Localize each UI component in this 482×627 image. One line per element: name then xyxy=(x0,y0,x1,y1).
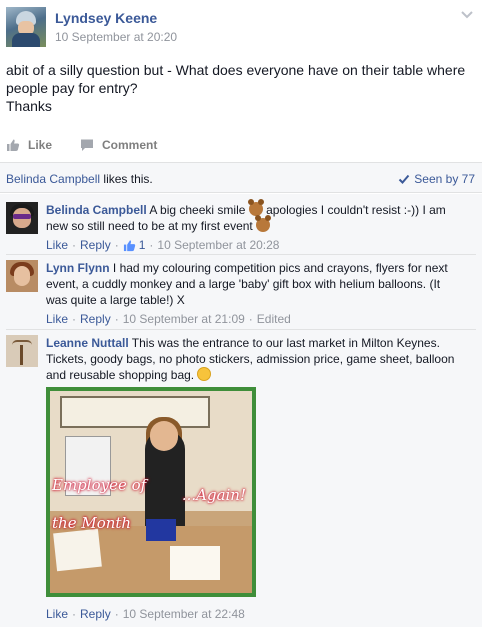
comment-photo[interactable]: Employee of the Month ...Again! xyxy=(46,387,256,597)
post-header: Lyndsey Keene 10 September at 20:20 xyxy=(0,0,482,54)
photo-caption-left: Employee of the Month xyxy=(52,476,147,532)
likes-summary: Belinda Campbell likes this. xyxy=(6,172,153,186)
thumbs-up-icon xyxy=(7,139,20,151)
post-actions: Like Comment xyxy=(6,136,185,154)
comment-divider xyxy=(6,329,476,330)
comment-timestamp[interactable]: 10 September at 21:09 xyxy=(123,311,245,327)
comment-body: Lynn Flynn I had my colouring competitio… xyxy=(46,260,476,327)
liker-link[interactable]: Belinda Campbell xyxy=(6,172,100,186)
comment-meta-wrap: Like · Reply · 10 September at 22:48 xyxy=(46,603,476,622)
edited-label[interactable]: Edited xyxy=(257,311,291,327)
smile-emoji-icon xyxy=(197,367,212,381)
commenter-name[interactable]: Belinda Campbell xyxy=(46,203,147,217)
photo-caption-right: ...Again! xyxy=(181,486,246,504)
bear-emoji-icon xyxy=(247,199,264,216)
comment-bubble-icon xyxy=(81,139,94,151)
post-timestamp[interactable]: 10 September at 20:20 xyxy=(55,30,177,44)
like-button[interactable]: Like xyxy=(6,138,52,152)
comment-meta: Like · Reply · 10 September at 21:09 · Edit… xyxy=(46,311,291,327)
comment-button[interactable]: Comment xyxy=(80,138,157,152)
checkmark-icon xyxy=(399,174,410,184)
commenter-avatar[interactable] xyxy=(6,260,38,292)
comment-reply-link[interactable]: Reply xyxy=(80,606,111,622)
likes-bar: Belinda Campbell likes this. Seen by 77 xyxy=(0,163,482,193)
comment-divider xyxy=(6,254,476,255)
comment-like-link[interactable]: Like xyxy=(46,237,68,253)
comment-like-link[interactable]: Like xyxy=(46,606,68,622)
commenter-avatar[interactable] xyxy=(6,202,38,234)
commenter-name[interactable]: Lynn Flynn xyxy=(46,261,110,275)
seen-by-link[interactable]: Seen by 77 xyxy=(398,172,475,186)
comment-timestamp[interactable]: 10 September at 22:48 xyxy=(123,606,245,622)
thumbs-up-icon xyxy=(123,239,135,251)
comment-reply-link[interactable]: Reply xyxy=(80,237,111,253)
comment-like-count[interactable]: 1 xyxy=(139,237,146,253)
comment-body: Leanne Nuttall This was the entrance to … xyxy=(46,336,455,382)
facebook-post-card: Lyndsey Keene 10 September at 20:20 abit… xyxy=(0,0,482,627)
comment-reply-link[interactable]: Reply xyxy=(80,311,111,327)
comment-meta: Like · Reply · 10 September at 22:48 xyxy=(46,606,245,622)
author-name[interactable]: Lyndsey Keene xyxy=(55,10,157,26)
comment-body: Belinda Campbell A big cheeki smile apol… xyxy=(46,199,476,253)
author-avatar[interactable] xyxy=(6,7,46,47)
bear-emoji-icon xyxy=(255,215,272,232)
chevron-down-icon[interactable] xyxy=(460,8,474,22)
commenter-avatar[interactable] xyxy=(6,335,38,367)
comment-timestamp[interactable]: 10 September at 20:28 xyxy=(157,237,279,253)
comment-like-link[interactable]: Like xyxy=(46,311,68,327)
commenter-name[interactable]: Leanne Nuttall xyxy=(46,336,129,350)
comments-section: Belinda Campbell A big cheeki smile apol… xyxy=(0,194,482,627)
comment-meta: Like · Reply · 1 · 10 September at 20:28 xyxy=(46,237,280,253)
post-text: abit of a silly question but - What does… xyxy=(6,62,466,114)
